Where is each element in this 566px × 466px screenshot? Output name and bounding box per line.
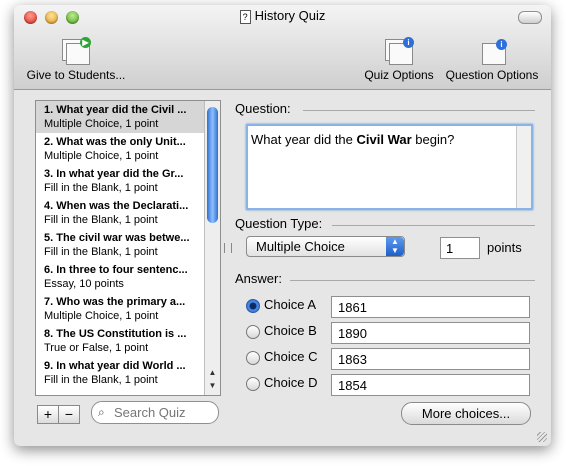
question-text-bold: Civil War bbox=[356, 132, 412, 147]
choice-c-radio[interactable] bbox=[246, 351, 260, 365]
give-to-students-button[interactable]: ▶ Give to Students... bbox=[26, 35, 126, 82]
question-separator bbox=[303, 110, 535, 111]
question-item-title: 1. What year did the Civil ... bbox=[44, 104, 187, 116]
question-item-meta: Multiple Choice, 1 point bbox=[44, 150, 159, 162]
question-item-title: 5. The civil war was betwe... bbox=[44, 232, 190, 244]
choice-b-label[interactable]: Choice B bbox=[264, 323, 317, 338]
scroll-up-arrow-icon[interactable]: ▲ bbox=[205, 367, 220, 379]
question-item-title: 6. In three to four sentenc... bbox=[44, 264, 188, 276]
choice-row: Choice D bbox=[246, 374, 536, 396]
choice-b-field[interactable] bbox=[331, 322, 530, 344]
question-item-title: 7. Who was the primary a... bbox=[44, 296, 186, 308]
question-item-title: 9. In what year did World ... bbox=[44, 360, 186, 372]
question-type-separator bbox=[332, 225, 535, 226]
question-item-meta: Multiple Choice, 1 point bbox=[44, 118, 159, 130]
quiz-window: ? History Quiz ▶ Give to Students... i Qu… bbox=[14, 5, 551, 446]
document-icon: ? bbox=[239, 9, 251, 24]
question-item-meta: Fill in the Blank, 1 point bbox=[44, 374, 158, 386]
question-type-label: Question Type: bbox=[235, 216, 323, 231]
question-item-meta: Fill in the Blank, 1 point bbox=[44, 246, 158, 258]
choice-d-label[interactable]: Choice D bbox=[264, 375, 317, 390]
grip-icon bbox=[224, 243, 232, 253]
search-icon: ⌕ bbox=[98, 405, 105, 419]
points-label: points bbox=[487, 240, 522, 255]
window-title-text: History Quiz bbox=[254, 8, 326, 23]
question-text-scrollbar[interactable] bbox=[516, 126, 531, 208]
add-question-button[interactable]: + bbox=[37, 405, 59, 424]
choice-c-label[interactable]: Choice C bbox=[264, 349, 317, 364]
choice-a-input[interactable] bbox=[336, 299, 530, 316]
question-item[interactable]: 6. In three to four sentenc... Essay, 10… bbox=[36, 261, 204, 293]
question-item-title: 4. When was the Declarati... bbox=[44, 200, 189, 212]
choice-b-radio[interactable] bbox=[246, 325, 260, 339]
question-item-meta: Fill in the Blank, 1 point bbox=[44, 182, 158, 194]
choice-a-label[interactable]: Choice A bbox=[264, 297, 316, 312]
question-item-meta: Essay, 10 points bbox=[44, 278, 124, 290]
more-choices-button[interactable]: More choices... bbox=[401, 402, 531, 425]
question-item[interactable]: 4. When was the Declarati... Fill in the… bbox=[36, 197, 204, 229]
give-to-students-icon: ▶ bbox=[60, 35, 92, 65]
question-item[interactable]: 8. The US Constitution is ... True or Fa… bbox=[36, 325, 204, 357]
question-text[interactable]: What year did the Civil War begin? bbox=[251, 132, 454, 147]
question-list[interactable]: 1. What year did the Civil ... Multiple … bbox=[35, 100, 221, 396]
question-text-end: begin? bbox=[411, 132, 455, 147]
search-field[interactable]: ⌕ bbox=[91, 401, 219, 424]
quiz-options-button[interactable]: i Quiz Options bbox=[361, 35, 437, 82]
question-type-value: Multiple Choice bbox=[256, 239, 345, 254]
question-item-meta: Fill in the Blank, 1 point bbox=[44, 214, 158, 226]
question-item-meta: Multiple Choice, 1 point bbox=[44, 310, 159, 322]
question-item-title: 2. What was the only Unit... bbox=[44, 136, 186, 148]
question-item[interactable]: 3. In what year did the Gr... Fill in th… bbox=[36, 165, 204, 197]
question-type-popup[interactable]: Multiple Choice ▲ ▼ bbox=[246, 236, 405, 257]
scroll-down-arrow-icon[interactable]: ▼ bbox=[205, 380, 220, 392]
scrollbar-thumb[interactable] bbox=[207, 107, 218, 223]
answer-separator bbox=[290, 280, 535, 281]
choice-d-input[interactable] bbox=[336, 377, 530, 394]
question-options-button[interactable]: i Question Options bbox=[444, 35, 540, 82]
question-item[interactable]: 9. In what year did World ... Fill in th… bbox=[36, 357, 204, 389]
toolbar: ? History Quiz ▶ Give to Students... i Qu… bbox=[14, 5, 551, 90]
quiz-options-icon: i bbox=[383, 35, 415, 65]
popup-arrows-icon: ▲ ▼ bbox=[386, 237, 404, 256]
resize-grip-icon[interactable] bbox=[537, 432, 547, 442]
choice-b-input[interactable] bbox=[336, 325, 530, 342]
question-item-meta: True or False, 1 point bbox=[44, 342, 149, 354]
points-field[interactable] bbox=[440, 237, 482, 259]
choice-d-field[interactable] bbox=[331, 374, 530, 396]
quiz-options-label: Quiz Options bbox=[364, 68, 434, 82]
question-label: Question: bbox=[235, 101, 291, 116]
question-options-label: Question Options bbox=[445, 68, 539, 82]
question-item[interactable]: 7. Who was the primary a... Multiple Cho… bbox=[36, 293, 204, 325]
remove-question-button[interactable]: − bbox=[58, 405, 80, 424]
choice-row: Choice C bbox=[246, 348, 536, 370]
choice-row: Choice B bbox=[246, 322, 536, 344]
question-item[interactable]: 2. What was the only Unit... Multiple Ch… bbox=[36, 133, 204, 165]
question-item[interactable]: 1. What year did the Civil ... Multiple … bbox=[36, 101, 204, 133]
question-item-title: 8. The US Constitution is ... bbox=[44, 328, 187, 340]
give-to-students-label: Give to Students... bbox=[26, 68, 126, 82]
question-text-start: What year did the bbox=[251, 132, 357, 147]
points-input[interactable] bbox=[444, 240, 482, 257]
choice-a-field[interactable] bbox=[331, 296, 530, 318]
question-item[interactable]: 5. The civil war was betwe... Fill in th… bbox=[36, 229, 204, 261]
choice-c-input[interactable] bbox=[336, 351, 530, 368]
question-text-area[interactable]: What year did the Civil War begin? bbox=[246, 124, 533, 210]
search-input[interactable] bbox=[112, 404, 216, 421]
answer-label: Answer: bbox=[235, 271, 282, 286]
window-title: ? History Quiz bbox=[14, 8, 551, 24]
choice-c-field[interactable] bbox=[331, 348, 530, 370]
question-item-title: 3. In what year did the Gr... bbox=[44, 168, 184, 180]
question-options-icon: i bbox=[476, 35, 508, 65]
question-list-scrollbar[interactable]: ▲ ▼ bbox=[204, 101, 220, 395]
choice-row: Choice A bbox=[246, 296, 536, 318]
choice-a-radio[interactable] bbox=[246, 299, 260, 313]
choice-d-radio[interactable] bbox=[246, 377, 260, 391]
